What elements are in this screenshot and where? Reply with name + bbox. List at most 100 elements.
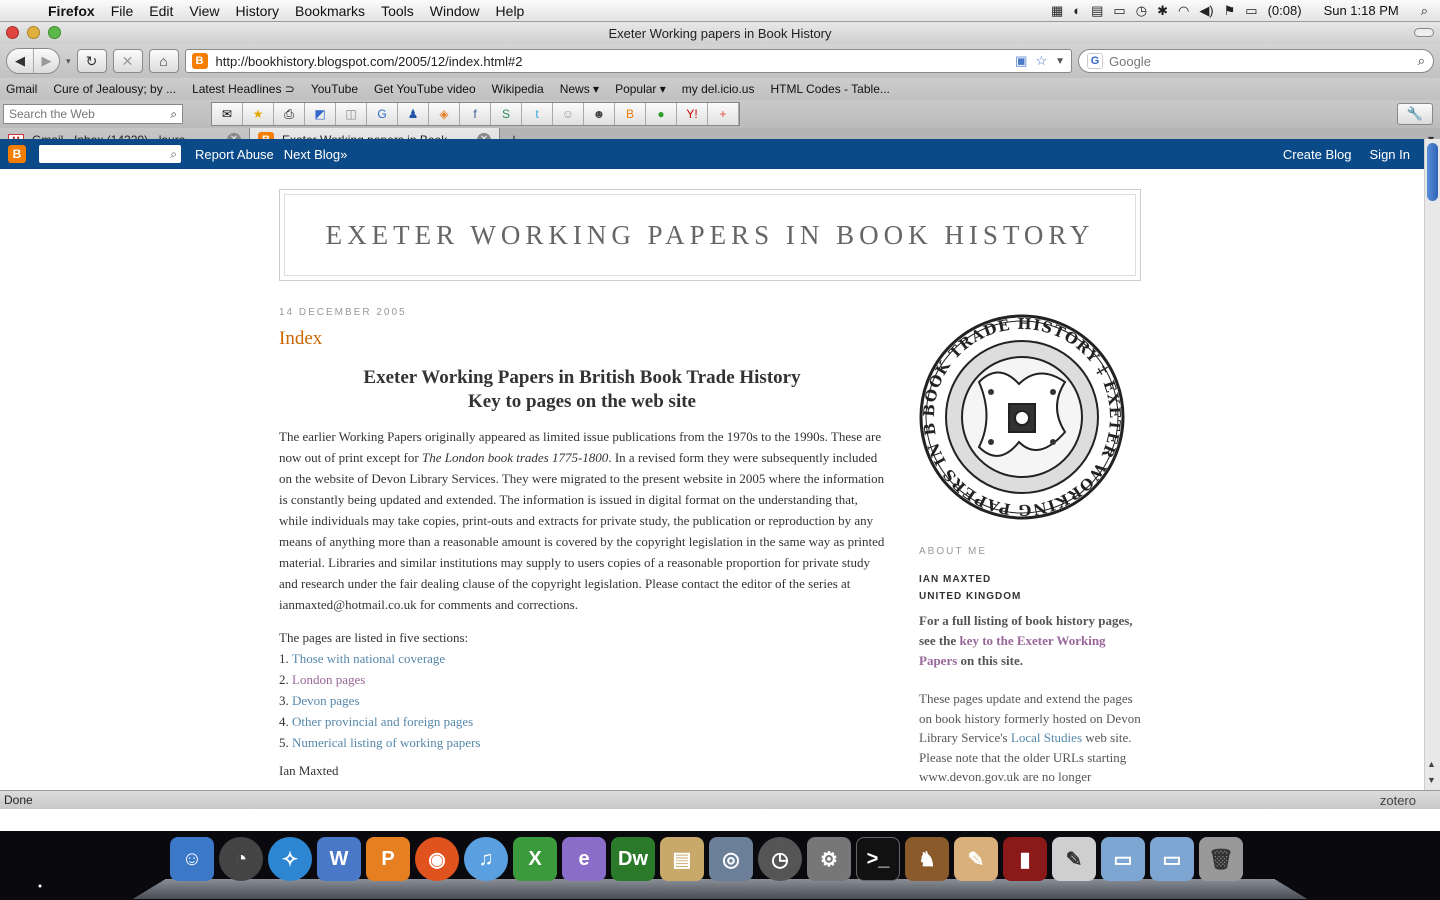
- back-button[interactable]: ◀: [7, 49, 33, 73]
- bookmark-cure-of-jealousy[interactable]: Cure of Jealousy; by ...: [53, 82, 176, 96]
- menu-file[interactable]: File: [103, 3, 142, 19]
- entourage-icon[interactable]: e: [562, 837, 606, 881]
- bookmark-delicious[interactable]: my del.icio.us: [682, 82, 755, 96]
- zotero-button[interactable]: zotero: [1380, 793, 1436, 808]
- powerpoint-icon[interactable]: P: [366, 837, 410, 881]
- textedit-icon[interactable]: ✎: [954, 837, 998, 881]
- blog-search-input[interactable]: ⌕: [39, 145, 181, 163]
- wifi-icon[interactable]: ◠: [1178, 3, 1189, 19]
- search-icon[interactable]: ⌕: [1418, 53, 1425, 69]
- next-blog-link[interactable]: Next Blog»: [284, 147, 348, 162]
- spotlight-icon[interactable]: ⌕: [1421, 3, 1428, 19]
- bookmark-youtube[interactable]: YouTube: [311, 82, 358, 96]
- twitter-icon[interactable]: t: [522, 103, 553, 125]
- iphoto-icon[interactable]: ◎: [709, 837, 753, 881]
- preview-icon[interactable]: ▤: [660, 837, 704, 881]
- menu-help[interactable]: Help: [488, 3, 533, 19]
- scroll-down-icon[interactable]: ▼: [1427, 775, 1436, 785]
- link-national-coverage[interactable]: Those with national coverage: [292, 651, 445, 666]
- blog-title[interactable]: EXETER WORKING PAPERS IN BOOK HISTORY: [284, 194, 1136, 276]
- bookmark-news[interactable]: News ▾: [560, 82, 599, 96]
- menu-clock[interactable]: Sun 1:18 PM: [1324, 3, 1399, 18]
- volume-icon[interactable]: ◀): [1199, 3, 1213, 19]
- bookmark-get-youtube-video[interactable]: Get YouTube video: [374, 82, 476, 96]
- toolbar-search-input[interactable]: Search the Web ⌕: [3, 104, 183, 124]
- bookmark-gmail[interactable]: Gmail: [6, 82, 37, 96]
- forward-button[interactable]: ▶: [33, 49, 59, 73]
- word-icon[interactable]: W: [317, 837, 361, 881]
- terminal-icon[interactable]: >_: [856, 837, 900, 881]
- zoom-window-button[interactable]: [48, 26, 61, 39]
- bookmark-html-codes[interactable]: HTML Codes - Table...: [770, 82, 889, 96]
- menu-app-firefox[interactable]: Firefox: [40, 3, 103, 19]
- applications-folder-icon[interactable]: ▭: [1101, 837, 1145, 881]
- home-button[interactable]: ⌂: [148, 49, 179, 73]
- local-studies-link[interactable]: Local Studies: [1011, 730, 1082, 745]
- trash-icon[interactable]: 🗑: [1199, 837, 1243, 881]
- search-icon[interactable]: ⌕: [170, 147, 177, 162]
- scrollbar-thumb[interactable]: [1427, 143, 1438, 201]
- mail-icon[interactable]: ✉: [212, 103, 243, 125]
- print-icon[interactable]: ⎙: [274, 103, 305, 125]
- bookmark-star-icon[interactable]: ☆: [1035, 53, 1047, 69]
- report-abuse-link[interactable]: Report Abuse: [195, 147, 274, 162]
- yahoo-icon[interactable]: Y!: [677, 103, 708, 125]
- dreamweaver-icon[interactable]: Dw: [611, 837, 655, 881]
- system-preferences-icon[interactable]: ⚙: [807, 837, 851, 881]
- display-icon[interactable]: ▭: [1113, 3, 1125, 19]
- google-icon[interactable]: G: [1087, 53, 1103, 69]
- blogger-logo-icon[interactable]: B: [8, 145, 26, 163]
- url-dropdown-icon[interactable]: ▼: [1055, 56, 1065, 67]
- google-bookmark-icon[interactable]: G: [367, 103, 398, 125]
- bookmark-latest-headlines[interactable]: Latest Headlines ⊃: [192, 82, 295, 96]
- sequel-icon[interactable]: ♞: [905, 837, 949, 881]
- link-provincial-foreign[interactable]: Other provincial and foreign pages: [292, 714, 473, 729]
- menu-window[interactable]: Window: [422, 3, 488, 19]
- dashboard-icon[interactable]: ◔: [219, 837, 263, 881]
- post-title[interactable]: Index: [279, 328, 885, 350]
- netvibes-icon[interactable]: ●: [646, 103, 677, 125]
- minimize-window-button[interactable]: [27, 26, 40, 39]
- vertical-scrollbar[interactable]: ▲ ▼: [1424, 139, 1440, 790]
- battery-icon[interactable]: ▭: [1245, 3, 1257, 19]
- search-box[interactable]: G Google ⌕: [1078, 49, 1434, 73]
- finder-icon[interactable]: ☺: [170, 837, 214, 881]
- toolbar-toggle-button[interactable]: [1414, 28, 1434, 37]
- documents-icon[interactable]: ✎: [1052, 837, 1096, 881]
- wrench-icon[interactable]: 🔧: [1397, 103, 1433, 125]
- bookmark-wikipedia[interactable]: Wikipedia: [492, 82, 544, 96]
- link-numerical-listing[interactable]: Numerical listing of working papers: [292, 735, 480, 750]
- blogger-share-icon[interactable]: B: [615, 103, 646, 125]
- star-icon[interactable]: ★: [243, 103, 274, 125]
- reddit-icon[interactable]: ☻: [584, 103, 615, 125]
- itunes-icon[interactable]: ♫: [464, 837, 508, 881]
- flag-icon[interactable]: ⚑: [1224, 3, 1236, 19]
- menu-tools[interactable]: Tools: [373, 3, 422, 19]
- sync-icon[interactable]: ◐: [1073, 3, 1081, 18]
- menu-bookmarks[interactable]: Bookmarks: [287, 3, 373, 19]
- digg-icon[interactable]: ◫: [336, 103, 367, 125]
- close-window-button[interactable]: [6, 26, 19, 39]
- mixx-icon[interactable]: ☺: [553, 103, 584, 125]
- frontrow-icon[interactable]: ▮: [1003, 837, 1047, 881]
- time-machine-icon[interactable]: ◷: [1136, 3, 1147, 19]
- link-devon-pages[interactable]: Devon pages: [292, 693, 360, 708]
- downloads-folder-icon[interactable]: ▭: [1150, 837, 1194, 881]
- facebook-icon[interactable]: f: [460, 103, 491, 125]
- addthis-icon[interactable]: +: [708, 103, 739, 125]
- bluetooth-icon[interactable]: ✱: [1157, 3, 1168, 19]
- history-dropdown-icon[interactable]: ▾: [66, 56, 71, 67]
- rss-icon[interactable]: ▣: [1015, 53, 1027, 69]
- scroll-up-icon[interactable]: ▲: [1427, 759, 1436, 769]
- time-machine-dock-icon[interactable]: ◷: [758, 837, 802, 881]
- create-blog-link[interactable]: Create Blog: [1283, 147, 1352, 162]
- menu-edit[interactable]: Edit: [141, 3, 181, 19]
- firefox-icon[interactable]: ◉: [415, 837, 459, 881]
- spaces-icon[interactable]: ▤: [1091, 3, 1103, 19]
- myspace-icon[interactable]: ♟: [398, 103, 429, 125]
- url-bar[interactable]: B http://bookhistory.blogspot.com/2005/1…: [184, 49, 1072, 73]
- menu-view[interactable]: View: [181, 3, 227, 19]
- reload-button[interactable]: ↻: [76, 49, 107, 73]
- bookmark-popular[interactable]: Popular ▾: [615, 82, 666, 96]
- delicious-icon[interactable]: ◩: [305, 103, 336, 125]
